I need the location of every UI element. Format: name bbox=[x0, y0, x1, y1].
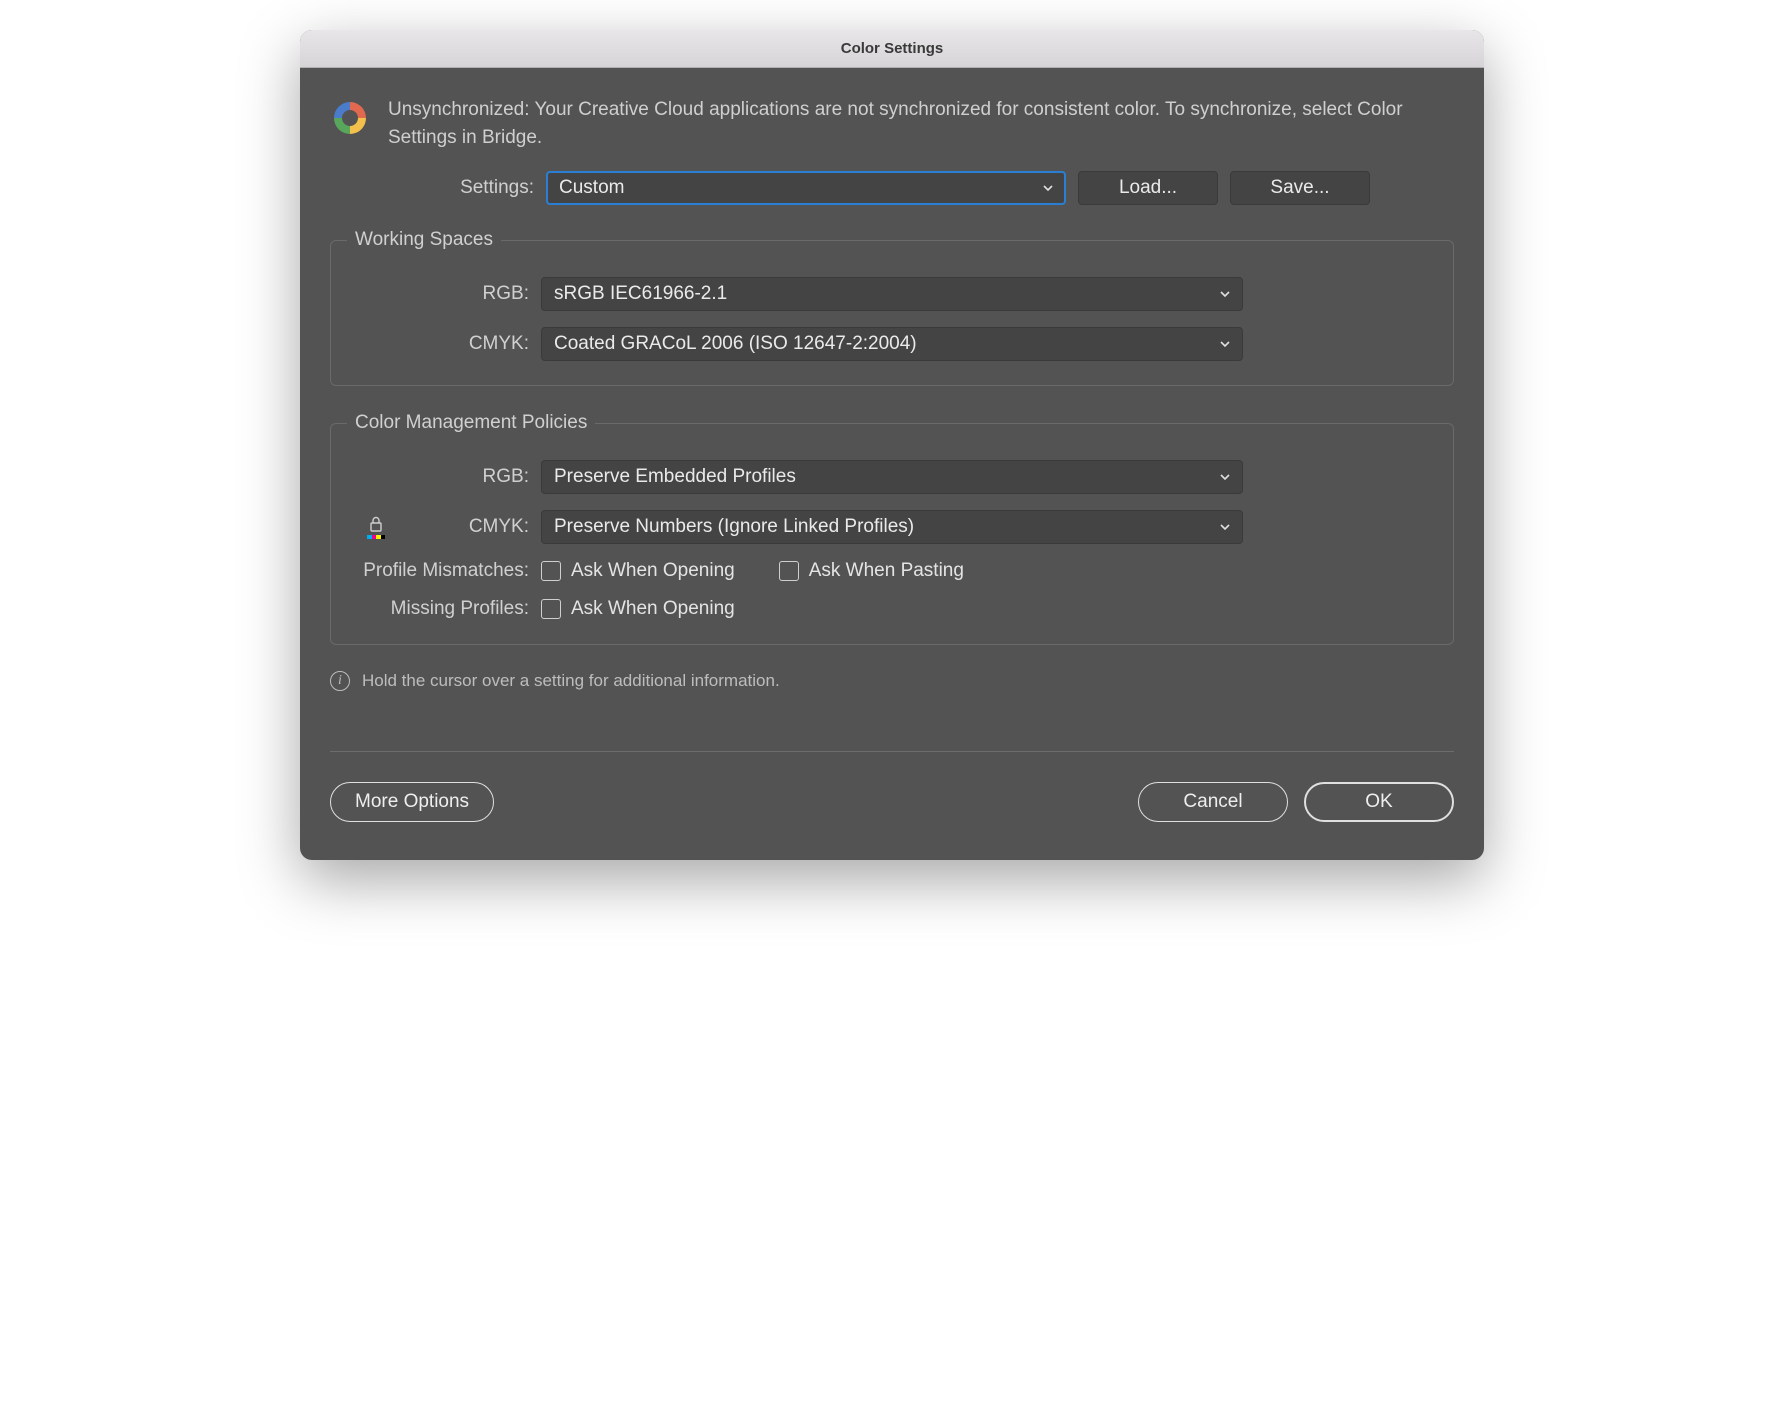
chevron-down-icon bbox=[1218, 520, 1232, 534]
sync-status-text: Unsynchronized: Your Creative Cloud appl… bbox=[388, 96, 1454, 151]
info-text: Hold the cursor over a setting for addit… bbox=[362, 671, 780, 691]
missing-ask-opening: Ask When Opening bbox=[541, 598, 735, 620]
missing-ask-opening-checkbox[interactable] bbox=[541, 599, 561, 619]
more-options-label: More Options bbox=[355, 791, 469, 813]
settings-label: Settings: bbox=[388, 177, 534, 199]
pol-rgb-value: Preserve Embedded Profiles bbox=[554, 466, 796, 488]
missing-ask-opening-label: Ask When Opening bbox=[571, 598, 735, 620]
pol-rgb-label: RGB: bbox=[349, 466, 529, 488]
info-row: i Hold the cursor over a setting for add… bbox=[330, 671, 1454, 691]
mismatch-ask-opening: Ask When Opening bbox=[541, 560, 735, 582]
ok-button[interactable]: OK bbox=[1304, 782, 1454, 822]
load-button[interactable]: Load... bbox=[1078, 171, 1218, 205]
ws-rgb-value: sRGB IEC61966-2.1 bbox=[554, 283, 727, 305]
ws-cmyk-row: CMYK: Coated GRACoL 2006 (ISO 12647-2:20… bbox=[349, 327, 1435, 361]
profile-mismatches-row: Profile Mismatches: Ask When Opening Ask… bbox=[349, 560, 1435, 582]
titlebar: Color Settings bbox=[300, 30, 1484, 68]
ws-rgb-row: RGB: sRGB IEC61966-2.1 bbox=[349, 277, 1435, 311]
pol-cmyk-row: CMYK: Preserve Numbers (Ignore Linked Pr… bbox=[349, 510, 1435, 544]
settings-dropdown[interactable]: Custom bbox=[546, 171, 1066, 205]
missing-profiles-row: Missing Profiles: Ask When Opening bbox=[349, 598, 1435, 620]
cancel-label: Cancel bbox=[1183, 791, 1242, 813]
ws-rgb-dropdown[interactable]: sRGB IEC61966-2.1 bbox=[541, 277, 1243, 311]
lock-icon bbox=[367, 515, 385, 539]
profile-mismatches-label: Profile Mismatches: bbox=[349, 560, 529, 582]
pol-cmyk-dropdown[interactable]: Preserve Numbers (Ignore Linked Profiles… bbox=[541, 510, 1243, 544]
chevron-down-icon bbox=[1218, 287, 1232, 301]
missing-profiles-label: Missing Profiles: bbox=[349, 598, 529, 620]
mismatch-ask-pasting-checkbox[interactable] bbox=[779, 561, 799, 581]
working-spaces-group: Working Spaces RGB: sRGB IEC61966-2.1 CM… bbox=[330, 229, 1454, 386]
save-button[interactable]: Save... bbox=[1230, 171, 1370, 205]
save-button-label: Save... bbox=[1270, 177, 1329, 199]
ws-cmyk-value: Coated GRACoL 2006 (ISO 12647-2:2004) bbox=[554, 333, 917, 355]
chevron-down-icon bbox=[1041, 181, 1055, 195]
sync-status-row: Unsynchronized: Your Creative Cloud appl… bbox=[330, 96, 1454, 151]
footer: More Options Cancel OK bbox=[330, 782, 1454, 840]
pol-rgb-row: RGB: Preserve Embedded Profiles bbox=[349, 460, 1435, 494]
load-button-label: Load... bbox=[1119, 177, 1177, 199]
ok-label: OK bbox=[1365, 791, 1392, 813]
ws-rgb-label: RGB: bbox=[349, 283, 529, 305]
unsynchronized-icon bbox=[330, 98, 370, 138]
ws-cmyk-label: CMYK: bbox=[349, 333, 529, 355]
color-settings-window: Color Settings Unsynchronized: Your Crea… bbox=[300, 30, 1484, 860]
mismatch-ask-opening-checkbox[interactable] bbox=[541, 561, 561, 581]
policies-group: Color Management Policies RGB: Preserve … bbox=[330, 412, 1454, 645]
mismatch-ask-pasting: Ask When Pasting bbox=[779, 560, 964, 582]
mismatch-ask-pasting-label: Ask When Pasting bbox=[809, 560, 964, 582]
policies-legend: Color Management Policies bbox=[347, 412, 595, 434]
chevron-down-icon bbox=[1218, 337, 1232, 351]
pol-rgb-dropdown[interactable]: Preserve Embedded Profiles bbox=[541, 460, 1243, 494]
info-icon: i bbox=[330, 671, 350, 691]
settings-dropdown-value: Custom bbox=[559, 177, 624, 199]
window-title: Color Settings bbox=[841, 40, 944, 57]
chevron-down-icon bbox=[1218, 470, 1232, 484]
working-spaces-legend: Working Spaces bbox=[347, 229, 501, 251]
settings-row: Settings: Custom Load... Save... bbox=[330, 171, 1454, 205]
mismatch-ask-opening-label: Ask When Opening bbox=[571, 560, 735, 582]
dialog-content: Unsynchronized: Your Creative Cloud appl… bbox=[300, 68, 1484, 860]
cancel-button[interactable]: Cancel bbox=[1138, 782, 1288, 822]
cmyk-swatch-icon bbox=[367, 535, 385, 539]
pol-cmyk-value: Preserve Numbers (Ignore Linked Profiles… bbox=[554, 516, 914, 538]
footer-right: Cancel OK bbox=[1138, 782, 1454, 822]
ws-cmyk-dropdown[interactable]: Coated GRACoL 2006 (ISO 12647-2:2004) bbox=[541, 327, 1243, 361]
more-options-button[interactable]: More Options bbox=[330, 782, 494, 822]
divider bbox=[330, 751, 1454, 752]
